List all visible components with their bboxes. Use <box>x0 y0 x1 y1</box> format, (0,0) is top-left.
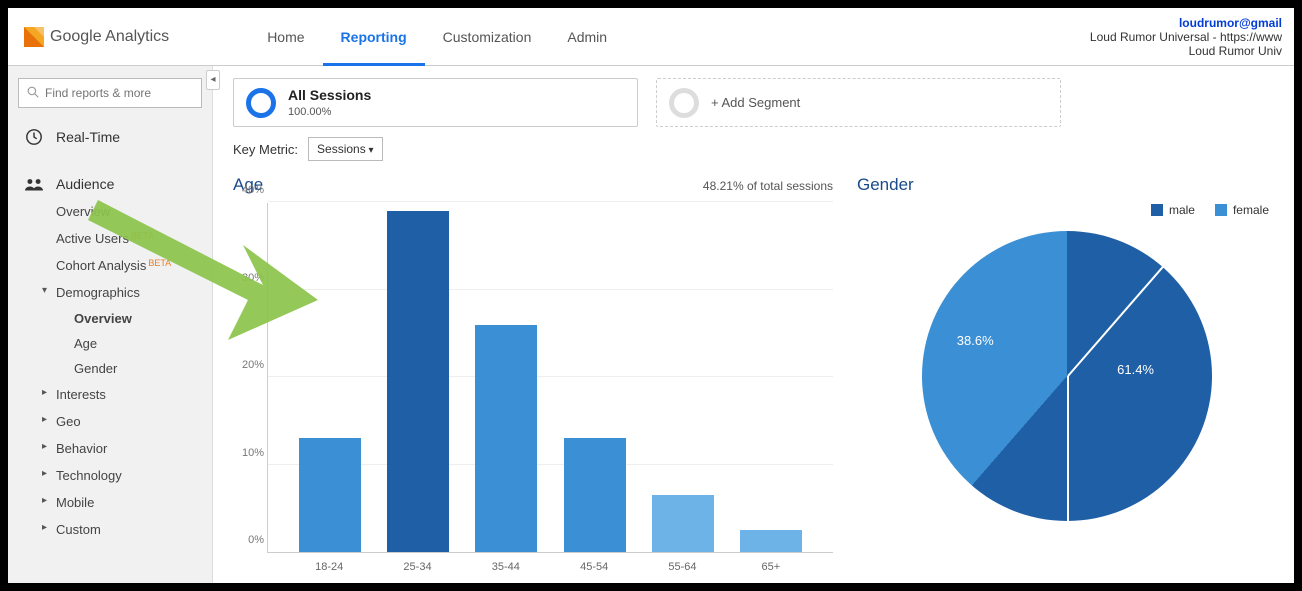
gender-chart: Gender male female 61.4% 38.6% <box>857 175 1277 573</box>
age-chart-subtitle: 48.21% of total sessions <box>703 179 833 193</box>
segment-pct: 100.00% <box>288 106 331 118</box>
main-tabs: Home Reporting Customization Admin <box>249 8 625 66</box>
age-xlabel-45-54: 45-54 <box>550 553 638 573</box>
age-xlabel-55-64: 55-64 <box>638 553 726 573</box>
nav-custom[interactable]: Custom <box>56 516 212 543</box>
sidebar-item-realtime[interactable]: Real-Time <box>8 122 212 152</box>
account-view: Loud Rumor Univ <box>1090 44 1282 58</box>
sidebar-item-audience[interactable]: Audience <box>8 170 212 198</box>
age-bar-area: 0% 10% 20% 30% 40% <box>267 203 833 553</box>
tab-reporting[interactable]: Reporting <box>323 8 425 66</box>
gender-legend: male female <box>857 203 1269 217</box>
analytics-logo-icon <box>24 27 44 47</box>
tab-home[interactable]: Home <box>249 8 322 66</box>
y-tick-2: 20% <box>234 359 264 371</box>
segment-all-sessions[interactable]: All Sessions 100.00% <box>233 78 638 127</box>
add-segment-button[interactable]: + Add Segment <box>656 78 1061 127</box>
age-bar-18-24 <box>299 438 361 552</box>
age-chart: Age 48.21% of total sessions 0% 10% 20% … <box>233 175 833 573</box>
sidebar: ◂ Real-Time Audience <box>8 66 213 583</box>
y-tick-0: 0% <box>234 534 264 546</box>
nav-active-users[interactable]: Active Users <box>56 225 212 252</box>
pie-male-pct: 61.4% <box>1117 362 1154 377</box>
clock-icon <box>24 128 44 146</box>
age-bar-25-34 <box>387 211 449 552</box>
logo-text: Google Analytics <box>50 28 169 46</box>
sidebar-label-audience: Audience <box>56 176 114 192</box>
key-metric-label: Key Metric: <box>233 142 298 157</box>
nav-demographics-gender[interactable]: Gender <box>74 356 212 381</box>
nav-technology[interactable]: Technology <box>56 462 212 489</box>
y-tick-1: 10% <box>234 447 264 459</box>
sidebar-label-realtime: Real-Time <box>56 129 120 145</box>
segment-title: All Sessions <box>288 87 371 103</box>
nav-demographics-overview[interactable]: Overview <box>74 306 212 331</box>
account-info[interactable]: loudrumor@gmail Loud Rumor Universal - h… <box>1090 16 1282 58</box>
legend-male: male <box>1151 203 1195 217</box>
age-xlabel-35-44: 35-44 <box>462 553 550 573</box>
nav-cohort-analysis[interactable]: Cohort Analysis <box>56 252 212 279</box>
account-property: Loud Rumor Universal - https://www <box>1090 30 1282 44</box>
add-segment-label: + Add Segment <box>711 95 800 110</box>
main-content: All Sessions 100.00% + Add Segment Key M… <box>213 66 1294 583</box>
logo[interactable]: Google Analytics <box>24 27 169 47</box>
segment-circle-icon <box>246 88 276 118</box>
gender-pie: 61.4% 38.6% <box>922 231 1212 521</box>
key-metric-row: Key Metric: Sessions <box>233 137 1280 161</box>
search-box[interactable] <box>18 78 202 108</box>
age-xlabel-25-34: 25-34 <box>373 553 461 573</box>
nav-demographics[interactable]: Demographics <box>56 279 212 306</box>
nav-overview[interactable]: Overview <box>56 198 212 225</box>
age-xlabel-65+: 65+ <box>727 553 815 573</box>
nav-demographics-age[interactable]: Age <box>74 331 212 356</box>
age-xlabel-18-24: 18-24 <box>285 553 373 573</box>
search-icon <box>27 86 39 101</box>
nav-mobile[interactable]: Mobile <box>56 489 212 516</box>
segment-row: All Sessions 100.00% + Add Segment <box>233 78 1280 127</box>
add-segment-circle-icon <box>669 88 699 118</box>
pie-female-pct: 38.6% <box>957 333 994 348</box>
age-bar-45-54 <box>564 438 626 552</box>
account-email: loudrumor@gmail <box>1090 16 1282 30</box>
tab-customization[interactable]: Customization <box>425 8 550 66</box>
tab-admin[interactable]: Admin <box>549 8 625 66</box>
age-bar-65+ <box>740 530 802 552</box>
gender-chart-title: Gender <box>857 175 914 195</box>
nav-behavior[interactable]: Behavior <box>56 435 212 462</box>
nav-interests[interactable]: Interests <box>56 381 212 408</box>
search-input[interactable] <box>45 86 193 100</box>
y-tick-4: 40% <box>234 184 264 196</box>
legend-female: female <box>1215 203 1269 217</box>
key-metric-select[interactable]: Sessions <box>308 137 383 161</box>
age-bar-55-64 <box>652 495 714 552</box>
people-icon <box>24 176 44 192</box>
nav-geo[interactable]: Geo <box>56 408 212 435</box>
age-bar-35-44 <box>475 325 537 553</box>
y-tick-3: 30% <box>234 272 264 284</box>
topbar: Google Analytics Home Reporting Customiz… <box>8 8 1294 66</box>
